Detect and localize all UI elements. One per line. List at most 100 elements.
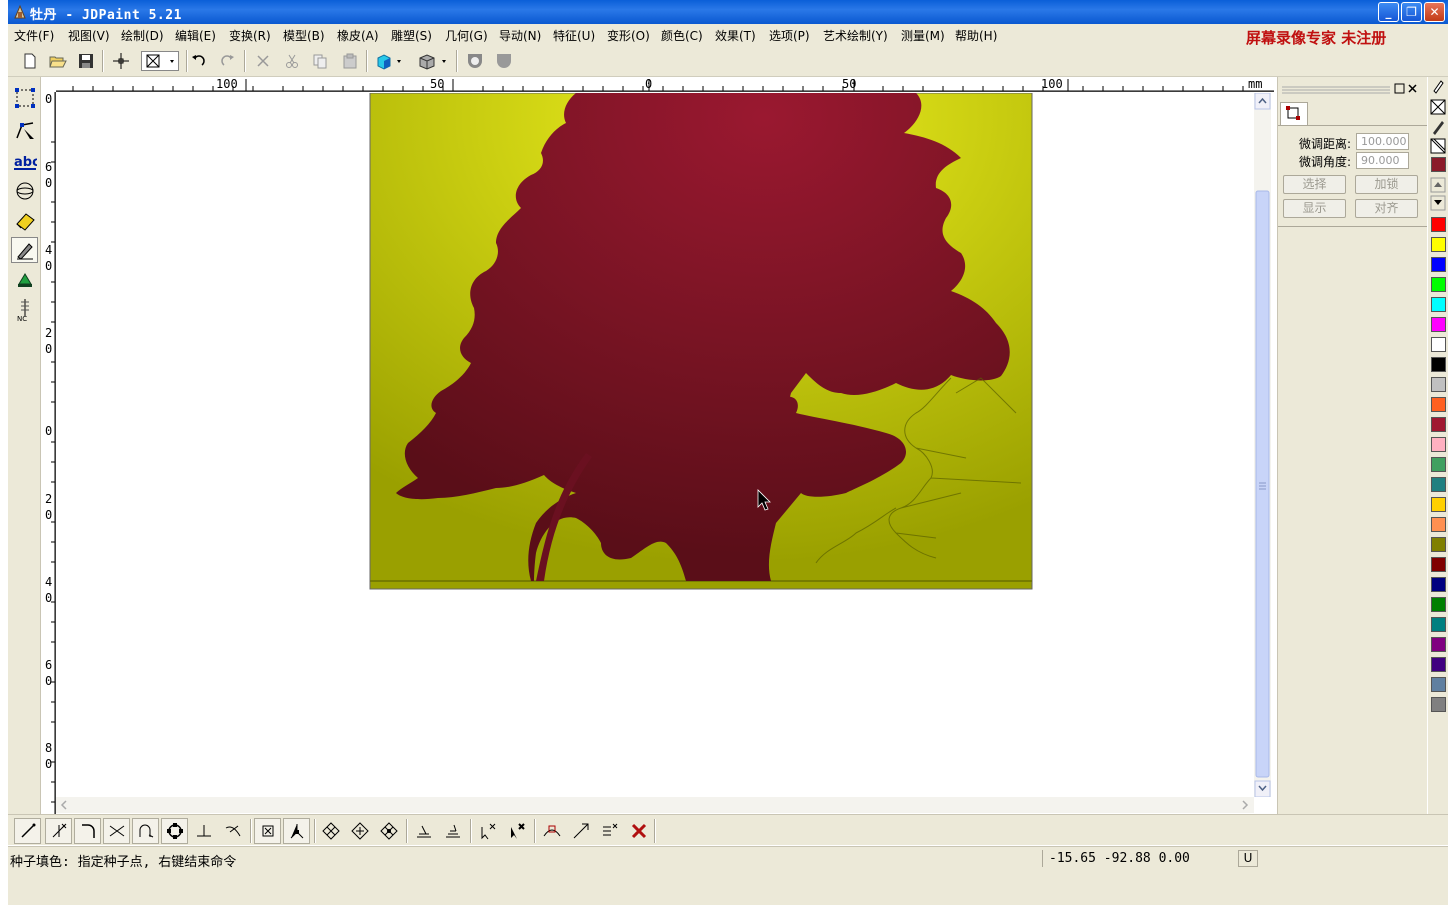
- color-swatch-indigo[interactable]: [1431, 657, 1446, 672]
- diamond-node-3-icon[interactable]: [375, 818, 402, 844]
- cursor-x-bold-icon[interactable]: [503, 818, 530, 844]
- line-icon[interactable]: [14, 818, 41, 844]
- menu-edit[interactable]: 编辑(E): [175, 27, 216, 44]
- vertical-scrollbar[interactable]: [1254, 92, 1271, 798]
- title-bar[interactable]: 牡丹 - JDPaint 5.21 _ ❐ ✕: [8, 0, 1448, 24]
- menu-file[interactable]: 文件(F): [14, 27, 54, 44]
- render-cube-icon[interactable]: [374, 51, 406, 71]
- save-icon[interactable]: [76, 51, 96, 71]
- nc-path-icon[interactable]: NC: [11, 297, 38, 323]
- paste-icon[interactable]: [340, 51, 360, 71]
- color-swatch-yellow[interactable]: [1431, 237, 1446, 252]
- menu-sculpt[interactable]: 雕塑(S): [391, 27, 432, 44]
- shield-outline-icon[interactable]: [465, 51, 485, 71]
- menu-sweep[interactable]: 导动(N): [499, 27, 541, 44]
- color-swatch-peach[interactable]: [1431, 517, 1446, 532]
- color-swatch-teal[interactable]: [1431, 617, 1446, 632]
- current-color-swatch[interactable]: [1431, 157, 1446, 172]
- view-select-icon[interactable]: [141, 51, 179, 71]
- intersect-icon[interactable]: [103, 818, 130, 844]
- menu-draw[interactable]: 绘制(D): [121, 27, 164, 44]
- shield-filled-icon[interactable]: [494, 51, 514, 71]
- snap-crosshair-icon[interactable]: [111, 51, 131, 71]
- color-swatch-navy[interactable]: [1431, 577, 1446, 592]
- color-swatch-gold[interactable]: [1431, 497, 1446, 512]
- restore-button[interactable]: ❐: [1401, 2, 1422, 22]
- color-swatch-red[interactable]: [1431, 217, 1446, 232]
- color-swatch-cyan[interactable]: [1431, 297, 1446, 312]
- menu-options[interactable]: 选项(P): [769, 27, 810, 44]
- new-file-icon[interactable]: [20, 51, 40, 71]
- color-swatch-black[interactable]: [1431, 357, 1446, 372]
- fine-distance-input[interactable]: 100.000: [1356, 133, 1409, 150]
- color-swatch-purple[interactable]: [1431, 637, 1446, 652]
- perpendicular-icon[interactable]: [190, 818, 217, 844]
- drawing-canvas[interactable]: [56, 93, 1254, 797]
- axis-icon[interactable]: [283, 818, 310, 844]
- pen-icon[interactable]: [11, 237, 38, 263]
- open-folder-icon[interactable]: [48, 51, 68, 71]
- menu-deform[interactable]: 变形(O): [607, 27, 650, 44]
- cut-icon[interactable]: [282, 51, 302, 71]
- align-button[interactable]: 对齐: [1355, 199, 1418, 218]
- color-swatch-maroon[interactable]: [1431, 557, 1446, 572]
- color-swatch-teal-light[interactable]: [1431, 477, 1446, 492]
- select-box-icon[interactable]: [11, 85, 38, 111]
- color-swatch-sea-green[interactable]: [1431, 457, 1446, 472]
- menu-art-draw[interactable]: 艺术绘制(Y): [823, 27, 888, 44]
- trim-icon[interactable]: [45, 818, 72, 844]
- fine-angle-input[interactable]: 90.000: [1356, 152, 1409, 169]
- color-swatch-magenta[interactable]: [1431, 317, 1446, 332]
- menu-measure[interactable]: 测量(M): [901, 27, 945, 44]
- node-panel-tab[interactable]: [1280, 102, 1308, 126]
- view-cube-icon[interactable]: [416, 51, 450, 71]
- tangent-icon[interactable]: [219, 818, 246, 844]
- offset-curve-icon[interactable]: [132, 818, 159, 844]
- menu-color[interactable]: 颜色(C): [661, 27, 703, 44]
- list-x-icon[interactable]: [596, 818, 623, 844]
- menu-model[interactable]: 模型(B): [283, 27, 325, 44]
- menu-effect[interactable]: 效果(T): [715, 27, 756, 44]
- text-abc-icon[interactable]: abc: [11, 149, 38, 175]
- color-swatch-silver[interactable]: [1431, 377, 1446, 392]
- delete-icon[interactable]: [253, 51, 273, 71]
- menu-transform[interactable]: 变换(R): [229, 27, 271, 44]
- color-swatch-white[interactable]: [1431, 337, 1446, 352]
- color-swatch-green[interactable]: [1431, 277, 1446, 292]
- color-swatch-crimson[interactable]: [1431, 417, 1446, 432]
- circle-node-icon[interactable]: [161, 818, 188, 844]
- baseline-2-icon[interactable]: [439, 818, 466, 844]
- diamond-node-1-icon[interactable]: [317, 818, 344, 844]
- copy-icon[interactable]: [310, 51, 330, 71]
- color-swatch-gray[interactable]: [1431, 697, 1446, 712]
- eraser-icon[interactable]: [11, 208, 38, 234]
- color-swatch-blue[interactable]: [1431, 257, 1446, 272]
- minimize-button[interactable]: _: [1378, 2, 1399, 22]
- point-x-icon[interactable]: [254, 818, 281, 844]
- node-edit-icon[interactable]: [11, 117, 38, 143]
- diamond-node-2-icon[interactable]: [346, 818, 373, 844]
- color-swatch-slate[interactable]: [1431, 677, 1446, 692]
- color-swatch-orange[interactable]: [1431, 397, 1446, 412]
- color-swatch-pink[interactable]: [1431, 437, 1446, 452]
- link-node-icon[interactable]: [538, 818, 565, 844]
- color-swatch-olive[interactable]: [1431, 537, 1446, 552]
- baseline-1-icon[interactable]: [410, 818, 437, 844]
- menu-geometry[interactable]: 几何(G): [445, 27, 488, 44]
- select-button[interactable]: 选择: [1283, 175, 1346, 194]
- undo-icon[interactable]: [188, 51, 208, 71]
- circle-target-icon[interactable]: [11, 178, 38, 204]
- fillet-icon[interactable]: [74, 818, 101, 844]
- horizontal-scrollbar[interactable]: [56, 797, 1254, 813]
- red-x-icon[interactable]: [625, 818, 652, 844]
- color-swatch-dark-green[interactable]: [1431, 597, 1446, 612]
- show-button[interactable]: 显示: [1283, 199, 1346, 218]
- redo-icon[interactable]: [218, 51, 238, 71]
- menu-feature[interactable]: 特征(U): [553, 27, 595, 44]
- close-button[interactable]: ✕: [1424, 2, 1445, 22]
- cursor-x-icon[interactable]: [474, 818, 501, 844]
- menu-help[interactable]: 帮助(H): [955, 27, 997, 44]
- fill-bucket-icon[interactable]: [11, 267, 38, 293]
- menu-view[interactable]: 视图(V): [68, 27, 110, 44]
- menu-eraser[interactable]: 橡皮(A): [337, 27, 379, 44]
